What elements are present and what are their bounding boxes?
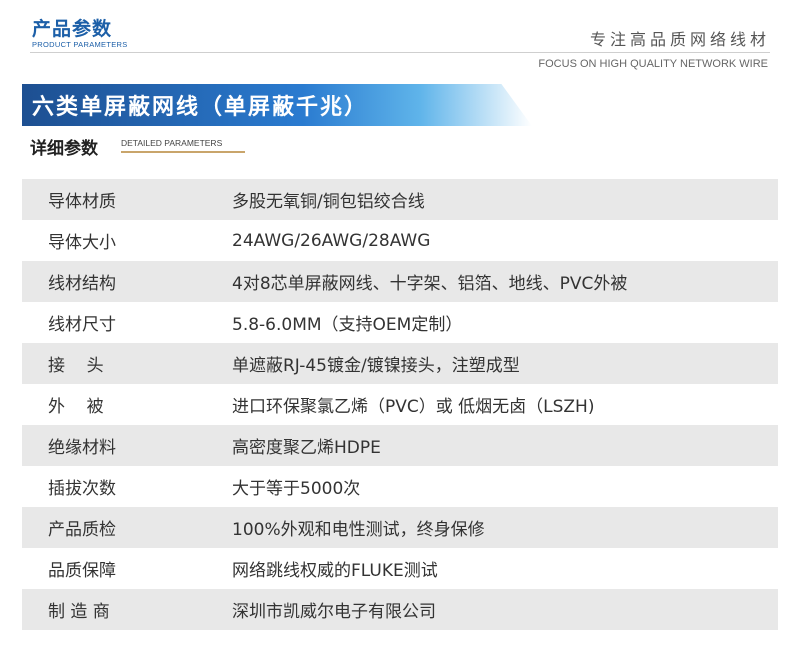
table-row: 绝缘材料 高密度聚乙烯HDPE (22, 425, 778, 466)
table-row: 导体材质 多股无氧铜/铜包铝绞合线 (22, 179, 778, 220)
table-row: 插拔次数 大于等于5000次 (22, 466, 778, 507)
row-label: 产品质检 (48, 520, 116, 540)
row-label: 外 被 (48, 397, 104, 417)
row-value: 100%外观和电性测试，终身保修 (232, 520, 485, 540)
row-value: 大于等于5000次 (232, 479, 361, 499)
row-label: 导体大小 (48, 233, 116, 253)
header-title: 产品参数 (32, 18, 113, 40)
table-row: 线材尺寸 5.8-6.0MM（支持OEM定制） (22, 302, 778, 343)
row-label: 导体材质 (48, 192, 116, 212)
row-value: 深圳市凯威尔电子有限公司 (232, 602, 436, 622)
row-value: 4对8芯单屏蔽网线、十字架、铝箔、地线、PVC外被 (232, 274, 628, 294)
row-label: 线材结构 (48, 274, 116, 294)
row-value: 网络跳线权威的FLUKE测试 (232, 561, 438, 581)
row-label: 品质保障 (48, 561, 116, 581)
row-value: 5.8-6.0MM（支持OEM定制） (232, 315, 463, 335)
header-slogan-en: FOCUS ON HIGH QUALITY NETWORK WIRE (538, 58, 768, 70)
header-divider (30, 52, 770, 53)
section-underline (121, 151, 245, 153)
table-row: 外 被 进口环保聚氯乙烯（PVC）或 低烟无卤（LSZH) (22, 384, 778, 425)
table-row: 产品质检 100%外观和电性测试，终身保修 (22, 507, 778, 548)
row-label: 插拔次数 (48, 479, 116, 499)
table-row: 接 头 单遮蔽RJ-45镀金/镀镍接头，注塑成型 (22, 343, 778, 384)
table-row: 线材结构 4对8芯单屏蔽网线、十字架、铝箔、地线、PVC外被 (22, 261, 778, 302)
row-value: 多股无氧铜/铜包铝绞合线 (232, 192, 425, 212)
header-slogan: 专注高品质网络线材 (589, 30, 770, 49)
table-row: 制 造 商 深圳市凯威尔电子有限公司 (22, 589, 778, 630)
row-value: 进口环保聚氯乙烯（PVC）或 低烟无卤（LSZH) (232, 397, 595, 417)
header-subtitle: PRODUCT PARAMETERS (32, 40, 128, 49)
table-row: 品质保障 网络跳线权威的FLUKE测试 (22, 548, 778, 589)
row-label: 绝缘材料 (48, 438, 116, 458)
row-value: 单遮蔽RJ-45镀金/镀镍接头，注塑成型 (232, 356, 520, 376)
row-value: 高密度聚乙烯HDPE (232, 438, 381, 458)
product-banner-title: 六类单屏蔽网线（单屏蔽千兆） (32, 95, 369, 120)
table-row: 导体大小 24AWG/26AWG/28AWG (22, 220, 778, 261)
row-value: 24AWG/26AWG/28AWG (232, 230, 431, 251)
row-label: 接 头 (48, 356, 104, 376)
row-label: 制 造 商 (48, 602, 110, 622)
section-title-en: DETAILED PARAMETERS (121, 138, 223, 148)
row-label: 线材尺寸 (48, 315, 116, 335)
parameters-table: 导体材质 多股无氧铜/铜包铝绞合线 导体大小 24AWG/26AWG/28AWG… (22, 179, 778, 630)
section-title: 详细参数 (30, 139, 98, 159)
